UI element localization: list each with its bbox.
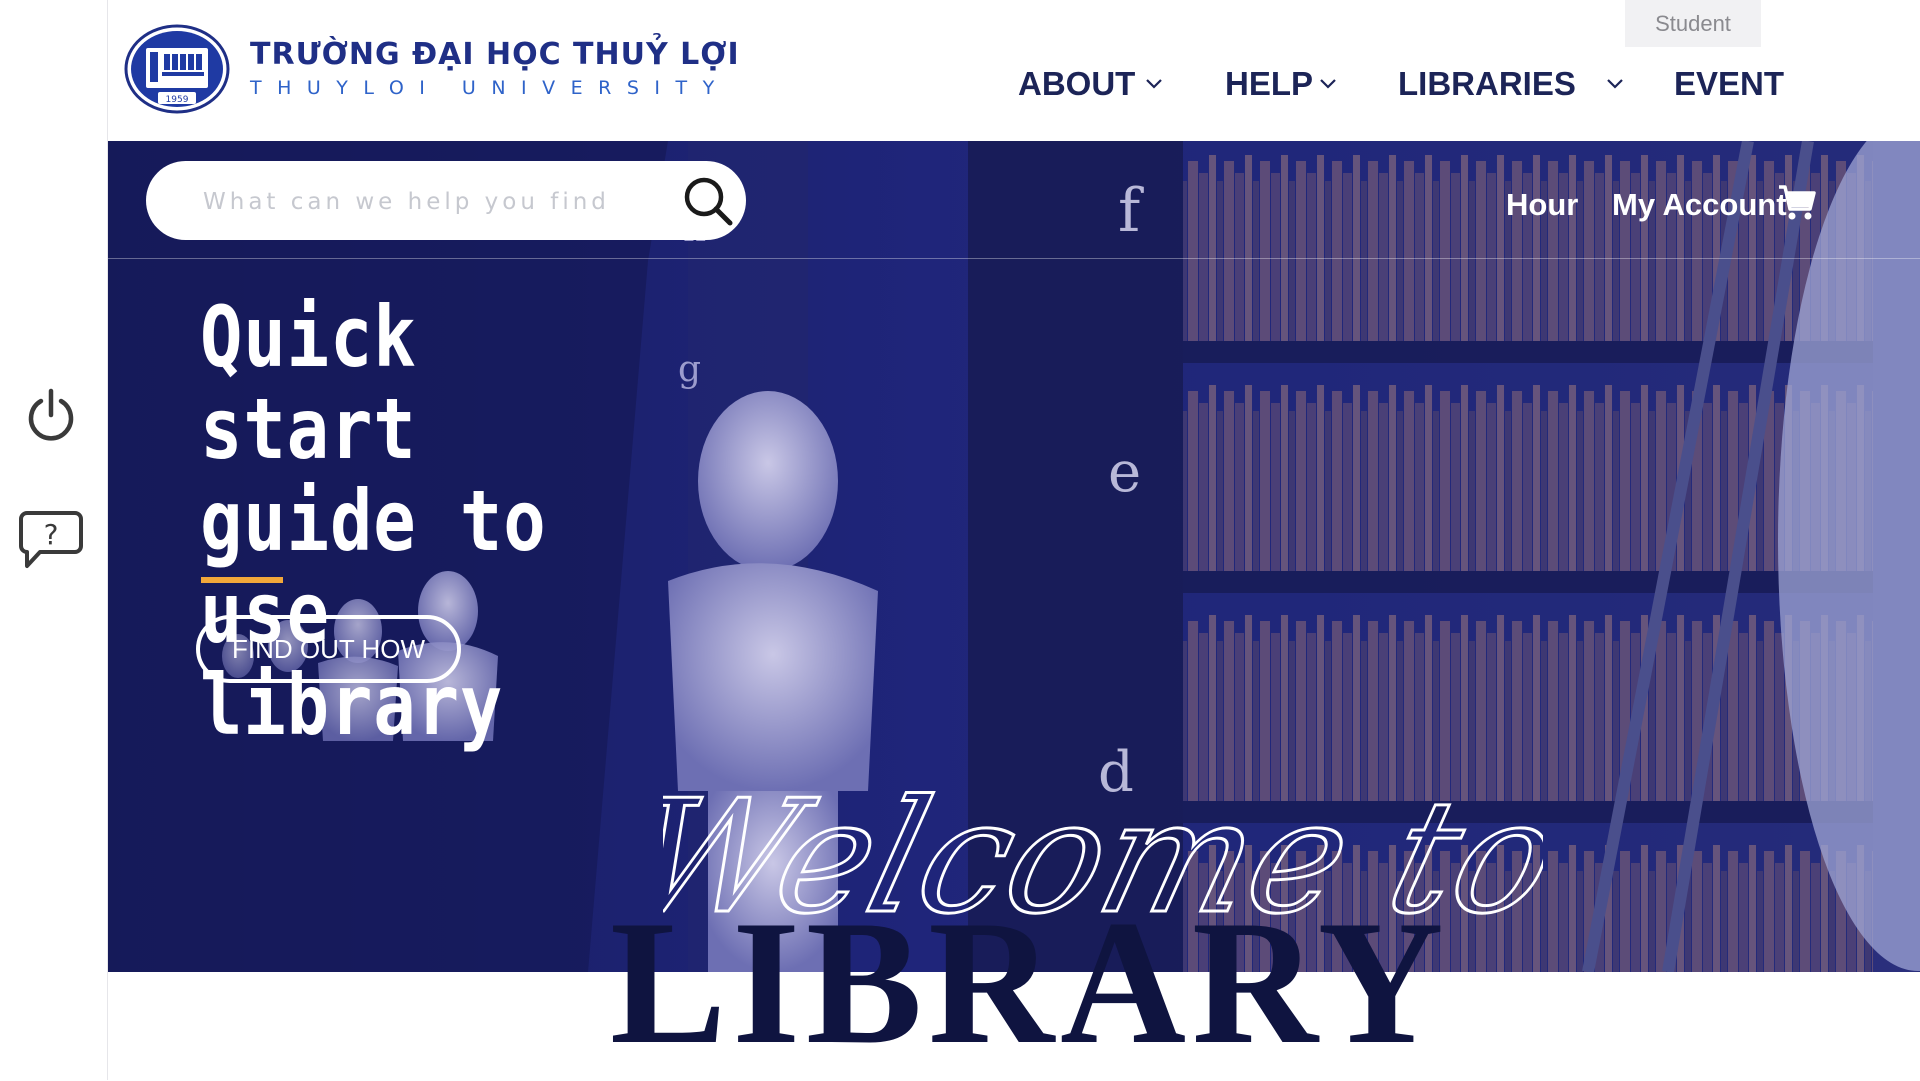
chevron-down-icon — [1146, 79, 1163, 89]
nav-libraries-label: LIBRARIES — [1398, 65, 1576, 102]
search-bar — [146, 161, 746, 242]
hero-divider — [108, 258, 1920, 259]
power-icon — [28, 388, 74, 441]
search-input[interactable] — [201, 161, 655, 242]
svg-text:e: e — [1108, 440, 1141, 505]
student-tab[interactable]: Student — [1625, 0, 1761, 47]
help-chat-icon: ? — [19, 511, 83, 568]
nav-about-label: ABOUT — [1018, 65, 1136, 102]
svg-text:?: ? — [44, 518, 59, 551]
nav-about[interactable]: ABOUT — [1018, 64, 1163, 104]
nav-help[interactable]: HELP — [1225, 64, 1337, 104]
search-icon — [684, 177, 733, 226]
svg-text:g: g — [678, 349, 701, 390]
svg-text:f: f — [1118, 176, 1144, 246]
hero-banner: f e d g h Hour — [108, 141, 1920, 972]
hero-heading-line: Quick start — [200, 288, 417, 478]
left-rail: ? — [0, 0, 108, 1080]
nav-libraries[interactable]: LIBRARIES — [1398, 64, 1624, 104]
site-header: 1959 TRƯỜNG ĐẠI HỌC THUỶ LỢI THUYLOI UNI… — [108, 0, 1920, 141]
chevron-down-icon — [1607, 79, 1623, 89]
hour-link[interactable]: Hour — [1506, 187, 1578, 223]
svg-text:1959: 1959 — [166, 95, 189, 105]
cart-icon[interactable] — [1777, 183, 1817, 223]
find-out-how-button[interactable]: FIND OUT HOW — [196, 615, 461, 683]
university-seal-logo: 1959 — [124, 24, 230, 114]
chevron-down-icon — [1320, 79, 1336, 89]
heading-accent-bar — [201, 577, 283, 583]
search-button[interactable] — [678, 171, 738, 231]
logo-subtitle: THUYLOI UNIVERSITY — [250, 77, 730, 99]
power-button[interactable] — [14, 378, 88, 452]
nav-event-label: EVENT — [1674, 65, 1785, 102]
university-logo[interactable]: 1959 TRƯỜNG ĐẠI HỌC THUỶ LỢI THUYLOI UNI… — [124, 24, 740, 114]
library-title: LIBRARY — [610, 883, 1450, 1081]
help-chat-button[interactable]: ? — [14, 502, 88, 576]
logo-title: TRƯỜNG ĐẠI HỌC THUỶ LỢI — [250, 37, 740, 72]
nav-help-label: HELP — [1225, 65, 1314, 102]
nav-event[interactable]: EVENT — [1674, 64, 1784, 104]
my-account-link[interactable]: My Account — [1612, 187, 1787, 223]
